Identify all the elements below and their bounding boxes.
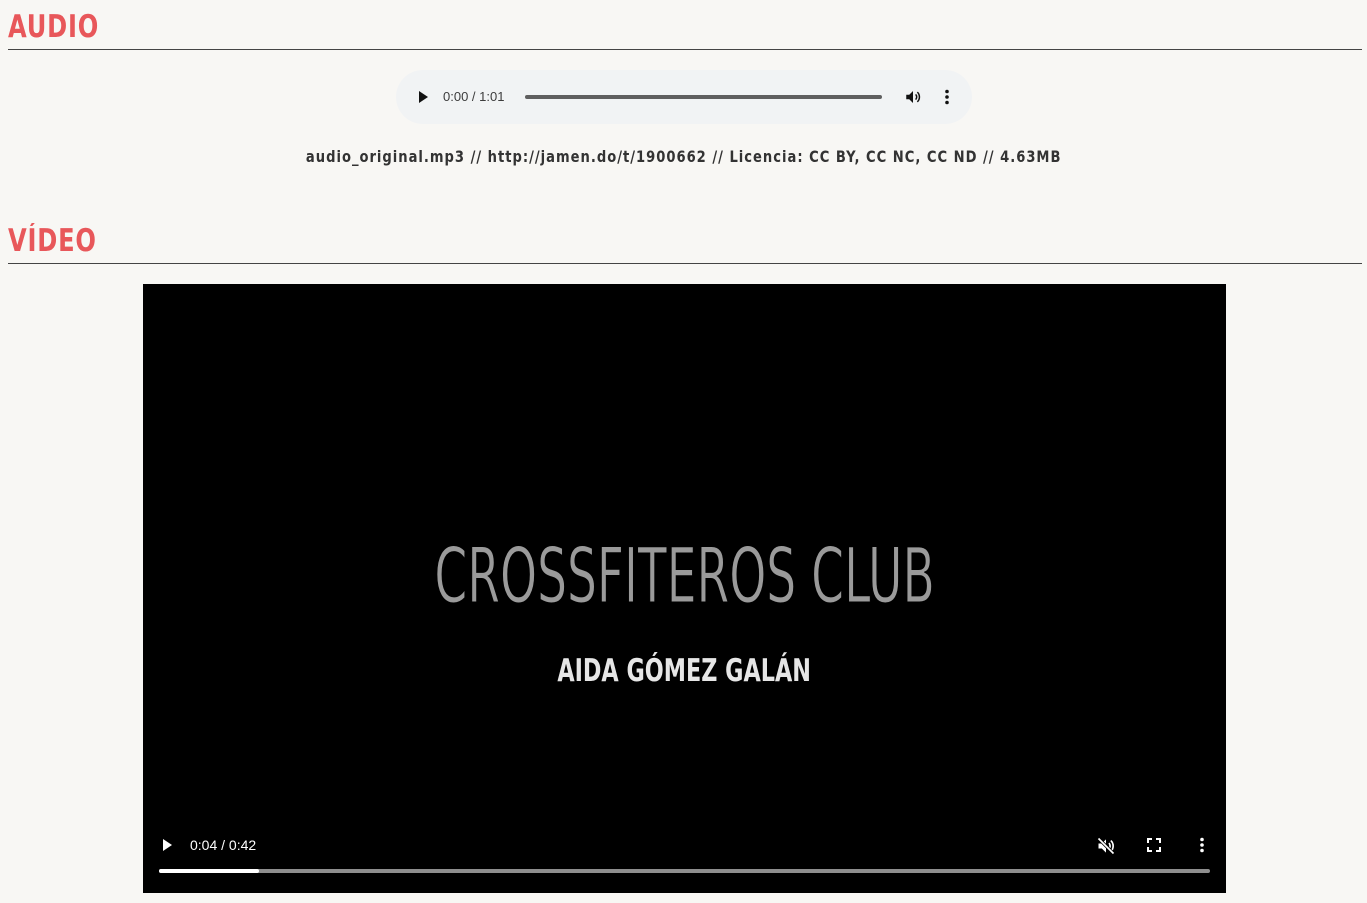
more-vertical-icon[interactable]	[938, 88, 956, 106]
audio-seek-bar[interactable]	[525, 95, 882, 99]
video-heading: VÍDEO	[8, 223, 97, 259]
audio-divider	[8, 49, 1362, 50]
video-frame-subtitle: AIDA GÓMEZ GALÁN	[143, 656, 1226, 687]
audio-file-info: audio_original.mp3 // http://jamen.do/t/…	[0, 147, 1367, 166]
video-seek-bar[interactable]	[159, 869, 1210, 873]
video-frame-title: CROSSFITEROS CLUB	[143, 531, 1226, 620]
audio-player[interactable]: 0:00 / 1:01	[396, 70, 972, 124]
more-vertical-icon[interactable]	[1193, 836, 1211, 854]
video-player[interactable]: CROSSFITEROS CLUB AIDA GÓMEZ GALÁN 0:04 …	[143, 284, 1226, 893]
audio-time: 0:00 / 1:01	[443, 89, 505, 104]
volume-icon[interactable]	[904, 88, 922, 106]
play-icon[interactable]	[415, 89, 431, 105]
audio-file-info-text: audio_original.mp3 // http://jamen.do/t/…	[305, 147, 1062, 166]
play-icon[interactable]	[159, 837, 175, 853]
video-frame-subtitle-text: AIDA GÓMEZ GALÁN	[557, 653, 812, 689]
video-divider	[8, 263, 1362, 264]
fullscreen-icon[interactable]	[1146, 837, 1162, 853]
audio-heading: AUDIO	[8, 9, 100, 45]
video-time: 0:04 / 0:42	[190, 837, 257, 853]
volume-muted-icon[interactable]	[1096, 836, 1116, 856]
video-frame-title-text: CROSSFITEROS CLUB	[434, 531, 935, 620]
video-progress-fill	[159, 869, 260, 873]
